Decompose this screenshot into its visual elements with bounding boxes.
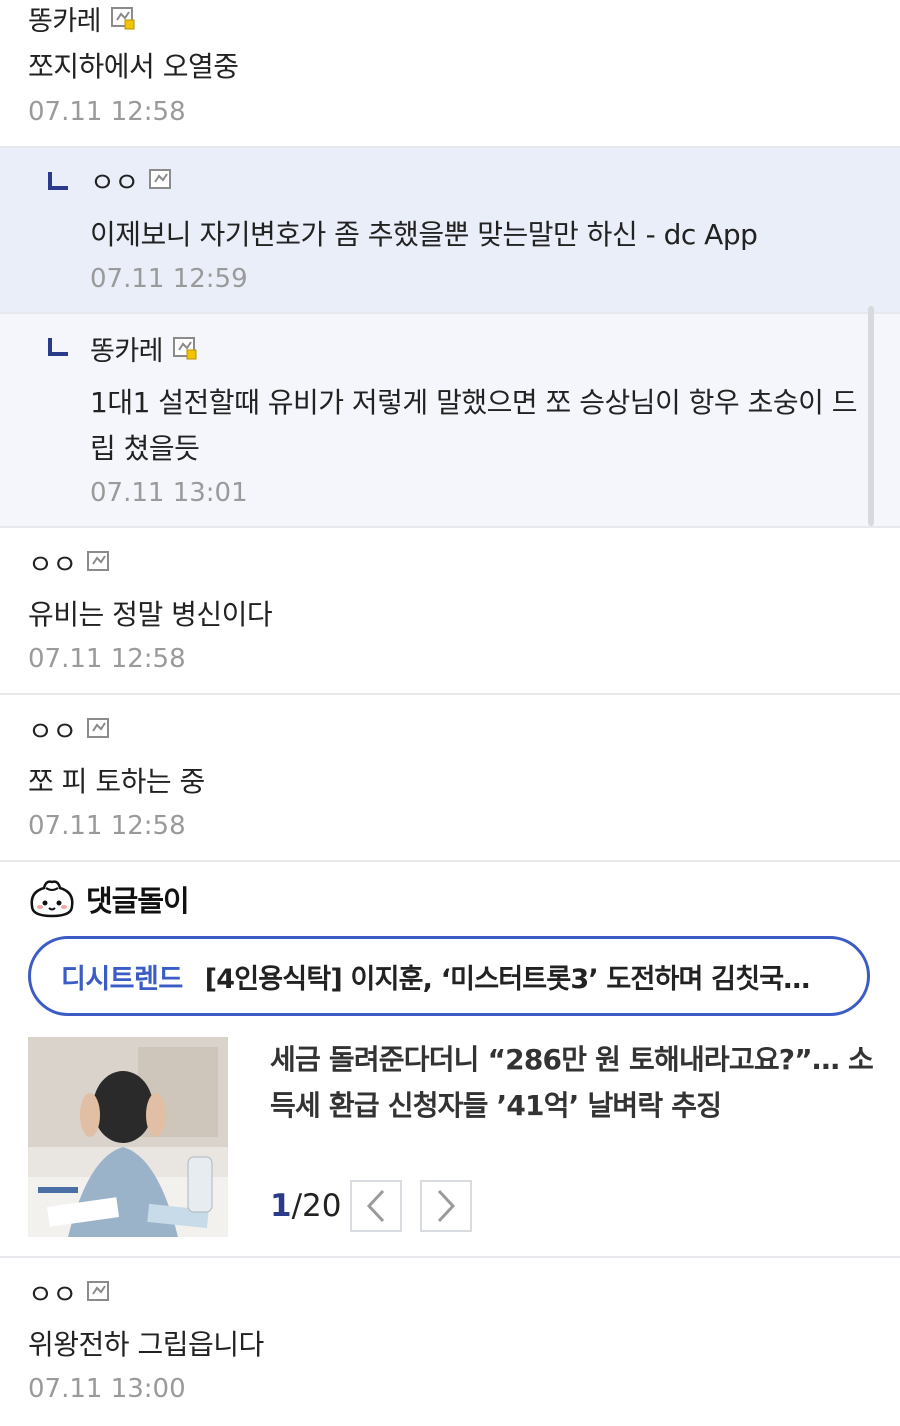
comment-item[interactable]: ㅇㅇ 위왕전하 그립읍니다 07.11 13:00 <box>0 1258 900 1426</box>
reply-date: 07.11 12:59 <box>90 264 248 294</box>
reply-date: 07.11 13:01 <box>90 478 248 508</box>
trend-banner[interactable]: 디시트렌드 [4인용식탁] 이지훈, ‘미스터트롯3’ 도전하며 김칫국… <box>28 936 870 1016</box>
reply-text: 1대1 설전할때 유비가 저렇게 말했으면 쪼 승상님이 항우 초숭이 드립 쳤… <box>90 386 858 465</box>
reply-arrow-icon <box>48 172 68 190</box>
comment-date: 07.11 13:00 <box>28 1374 186 1404</box>
chevron-left-icon <box>366 1189 385 1223</box>
prev-page-button[interactable] <box>350 1180 402 1232</box>
page-total: /20 <box>291 1188 342 1224</box>
news-pager: 1/20 <box>270 1180 490 1232</box>
next-page-button[interactable] <box>420 1180 472 1232</box>
comment-item[interactable]: ㅇㅇ 쪼 피 토하는 중 07.11 12:58 <box>0 695 900 862</box>
reply-item[interactable]: ㅇㅇ 이제보니 자기변호가 좀 추했을뿐 맞는말만 하신 - dc App 07… <box>0 148 900 314</box>
gallery-icon <box>86 550 111 574</box>
reply-arrow-icon <box>48 338 68 356</box>
comment-bot-ad: 댓글돌이 디시트렌드 [4인용식탁] 이지훈, ‘미스터트롯3’ 도전하며 김칫… <box>0 862 900 1258</box>
comment-item[interactable]: ㅇㅇ 유비는 정말 병신이다 07.11 12:58 <box>0 528 900 695</box>
gallery-manager-icon <box>173 336 197 360</box>
trend-label: 디시트렌드 <box>61 963 183 995</box>
reply-nickname[interactable]: 똥카레 <box>90 329 164 368</box>
comment-nickname[interactable]: ㅇㅇ <box>28 543 77 582</box>
comment-text: 쪼 피 토하는 중 <box>28 765 205 798</box>
comment-nickname[interactable]: ㅇㅇ <box>28 710 77 749</box>
comment-text: 유비는 정말 병신이다 <box>28 598 273 631</box>
gallery-manager-icon <box>111 6 135 30</box>
reply-item[interactable]: 똥카레 1대1 설전할때 유비가 저렇게 말했으면 쪼 승상님이 항우 초숭이 … <box>0 314 900 528</box>
page-indicator: 1/20 <box>270 1188 350 1224</box>
gallery-icon <box>86 1280 111 1304</box>
reply-nickname[interactable]: ㅇㅇ <box>90 161 139 200</box>
scrollbar[interactable] <box>868 306 874 526</box>
chevron-right-icon <box>437 1189 456 1223</box>
comment-nickname[interactable]: 똥카레 <box>28 0 102 38</box>
reply-text: 이제보니 자기변호가 좀 추했을뿐 맞는말만 하신 - dc App <box>90 218 758 251</box>
news-thumbnail[interactable] <box>28 1037 228 1237</box>
gallery-icon <box>86 717 111 741</box>
trend-headline[interactable]: [4인용식탁] 이지훈, ‘미스터트롯3’ 도전하며 김칫국… <box>205 957 810 996</box>
dumpling-mascot-icon <box>28 876 76 922</box>
news-headline[interactable]: 세금 돌려준다더니 “286만 원 토해내라고요?”… 소득세 환급 신청자들 … <box>270 1037 880 1129</box>
ad-title: 댓글돌이 <box>86 884 190 918</box>
comment-item[interactable]: 똥카레 쪼지하에서 오열중 07.11 12:58 <box>0 0 900 148</box>
comment-date: 07.11 12:58 <box>28 811 186 841</box>
comment-date: 07.11 12:58 <box>28 97 186 127</box>
comment-date: 07.11 12:58 <box>28 644 186 674</box>
comment-text: 쪼지하에서 오열중 <box>28 50 239 83</box>
page-current: 1 <box>270 1188 292 1224</box>
comment-text: 위왕전하 그립읍니다 <box>28 1328 264 1361</box>
gallery-icon <box>148 168 173 192</box>
comment-nickname[interactable]: ㅇㅇ <box>28 1273 77 1312</box>
